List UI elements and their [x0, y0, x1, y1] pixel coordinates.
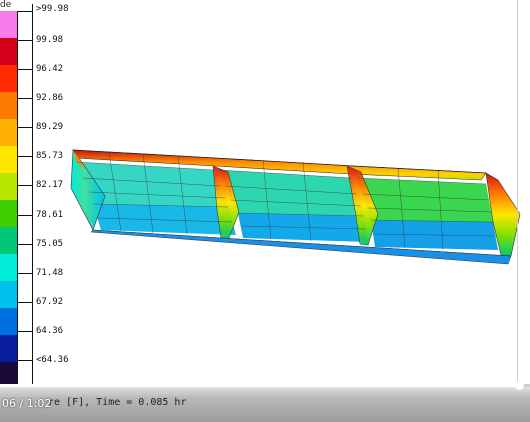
legend-tick: [18, 330, 32, 332]
legend-tick: [18, 11, 32, 12]
video-progress-bar[interactable]: [0, 381, 530, 390]
legend-frame: [0, 11, 18, 389]
legend-tick: [18, 301, 32, 303]
legend-tick: [18, 156, 32, 158]
legend-tick: [18, 272, 32, 274]
legend-tick: [18, 127, 32, 129]
temperature-model-render[interactable]: [33, 0, 530, 390]
video-progress-fill: [0, 384, 520, 387]
video-time-display: 06 / 1:02: [2, 397, 52, 410]
3d-viewport[interactable]: [33, 0, 530, 390]
legend-tick: [18, 185, 32, 187]
legend-tick: [18, 214, 32, 216]
legend-tick: [18, 69, 32, 71]
legend-tick: [18, 243, 32, 245]
viewport-border: [517, 0, 518, 390]
legend-tick: [18, 359, 32, 361]
legend-title: de: [0, 0, 12, 10]
legend-tick: [18, 98, 32, 100]
legend-tick: [18, 40, 32, 42]
plot-caption: re [F], Time = 0.085 hr: [48, 397, 187, 408]
